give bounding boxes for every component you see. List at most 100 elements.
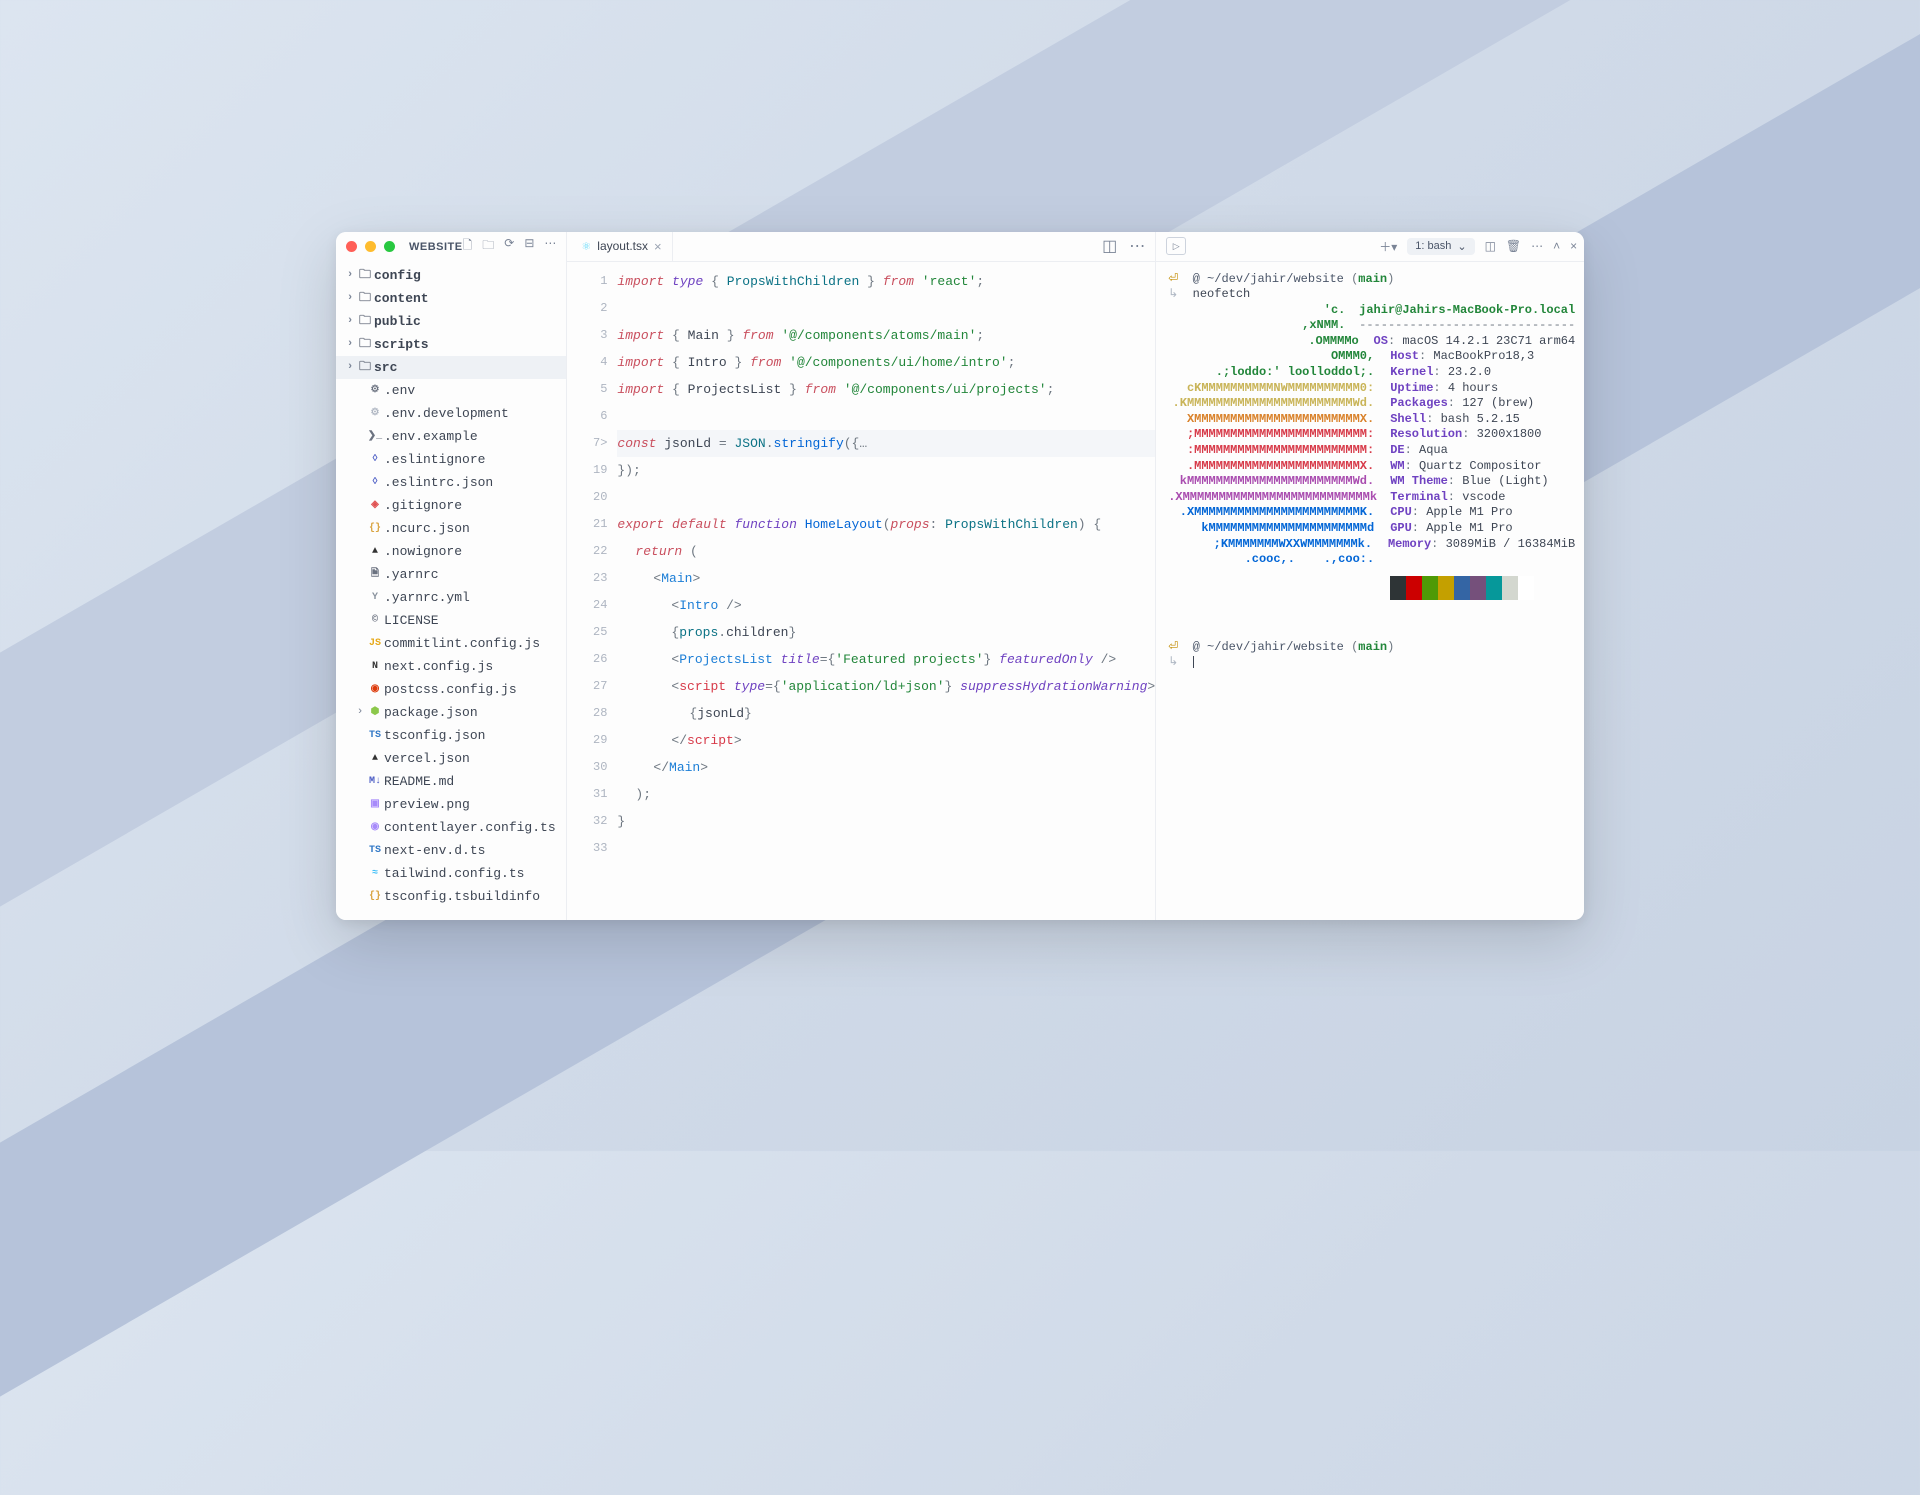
line-number: 7> [567, 430, 607, 457]
file-vercel.json[interactable]: ▲vercel.json [336, 747, 566, 770]
file-tree[interactable]: ›config›content›public›scripts›src⚙.env⚙… [336, 262, 566, 920]
folder-label: scripts [374, 337, 429, 352]
folder-public[interactable]: ›public [336, 310, 566, 333]
chevron-right-icon: › [344, 269, 356, 281]
code-line[interactable]: export default function HomeLayout(props… [617, 511, 1155, 538]
file-.eslintignore[interactable]: ◊.eslintignore [336, 448, 566, 471]
split-editor-icon[interactable]: ◫ [1102, 236, 1117, 256]
code-line[interactable]: ); [617, 781, 1155, 808]
code-line[interactable] [617, 403, 1155, 430]
code-line[interactable]: return ( [617, 538, 1155, 565]
file-.env.example[interactable]: ❯_.env.example [336, 425, 566, 448]
file-label: postcss.config.js [384, 682, 517, 697]
refresh-icon[interactable]: ⟳ [504, 236, 514, 257]
folder-src[interactable]: ›src [336, 356, 566, 379]
file-README.md[interactable]: M↓README.md [336, 770, 566, 793]
file-commitlint.config.js[interactable]: JScommitlint.config.js [336, 632, 566, 655]
file-icon: ⚙ [366, 384, 384, 396]
terminal-launch-icon[interactable]: ▷ [1166, 237, 1186, 255]
file-icon: Y [366, 592, 384, 603]
code-line[interactable] [617, 835, 1155, 862]
file-tsconfig.tsbuildinfo[interactable]: {}tsconfig.tsbuildinfo [336, 885, 566, 908]
minimize-window-button[interactable] [365, 241, 376, 252]
new-file-icon[interactable]: 🗋 [463, 236, 473, 257]
code-line[interactable]: import { Intro } from '@/components/ui/h… [617, 349, 1155, 376]
close-window-button[interactable] [346, 241, 357, 252]
folder-label: config [374, 268, 421, 283]
code-line[interactable]: import type { PropsWithChildren } from '… [617, 268, 1155, 295]
code-line[interactable]: const jsonLd = JSON.stringify({… [617, 430, 1155, 457]
code-line[interactable]: </Main> [617, 754, 1155, 781]
line-number: 20 [567, 484, 607, 511]
code-line[interactable]: import { ProjectsList } from '@/componen… [617, 376, 1155, 403]
titlebar: WEBSITE 🗋 🗀 ⟳ ⊟ ⋯ [336, 232, 566, 262]
file-.yarnrc.yml[interactable]: Y.yarnrc.yml [336, 586, 566, 609]
file-tailwind.config.ts[interactable]: ≈tailwind.config.ts [336, 862, 566, 885]
code-line[interactable]: </script> [617, 727, 1155, 754]
code-line[interactable]: {jsonLd} [617, 700, 1155, 727]
file-.env.development[interactable]: ⚙.env.development [336, 402, 566, 425]
file-label: LICENSE [384, 613, 439, 628]
new-terminal-icon[interactable]: ＋▾ [1379, 238, 1397, 255]
maximize-panel-icon[interactable]: ˄ [1553, 239, 1560, 253]
terminal-selector[interactable]: 1: bash⌄ [1407, 238, 1474, 255]
file-icon: N [366, 661, 384, 672]
code-line[interactable]: <script type={'application/ld+json'} sup… [617, 673, 1155, 700]
file-label: .yarnrc.yml [384, 590, 470, 605]
editor-more-icon[interactable]: ⋯ [1129, 236, 1145, 256]
file-label: .env [384, 383, 415, 398]
code-line[interactable]: }); [617, 457, 1155, 484]
code-line[interactable]: <Main> [617, 565, 1155, 592]
close-panel-icon[interactable]: × [1570, 239, 1577, 253]
collapse-icon[interactable]: ⊟ [524, 236, 534, 257]
file-.nowignore[interactable]: ▲.nowignore [336, 540, 566, 563]
folder-label: public [374, 314, 421, 329]
file-package.json[interactable]: ›⬢package.json [336, 701, 566, 724]
file-.ncurc.json[interactable]: {}.ncurc.json [336, 517, 566, 540]
terminal-more-icon[interactable]: ⋯ [1531, 239, 1543, 253]
folder-icon [356, 334, 374, 355]
file-tsconfig.json[interactable]: TStsconfig.json [336, 724, 566, 747]
more-icon[interactable]: ⋯ [544, 236, 556, 257]
close-tab-icon[interactable]: × [654, 239, 662, 254]
file-icon: M↓ [366, 776, 384, 787]
line-gutter[interactable]: 1234567>192021222324252627282930313233 [567, 262, 617, 920]
file-next.config.js[interactable]: Nnext.config.js [336, 655, 566, 678]
code-line[interactable]: <Intro /> [617, 592, 1155, 619]
split-terminal-icon[interactable]: ◫ [1485, 239, 1496, 253]
code-line[interactable] [617, 295, 1155, 322]
editor-group: ⚛ layout.tsx × ◫ ⋯ 1234567>1920212223242… [567, 232, 1155, 920]
file-.yarnrc[interactable]: 🗎.yarnrc [336, 563, 566, 586]
file-.eslintrc.json[interactable]: ◊.eslintrc.json [336, 471, 566, 494]
maximize-window-button[interactable] [384, 241, 395, 252]
kill-terminal-icon[interactable]: 🗑 [1506, 239, 1521, 253]
line-number: 4 [567, 349, 607, 376]
file-label: .env.example [384, 429, 478, 444]
file-preview.png[interactable]: ▣preview.png [336, 793, 566, 816]
folder-config[interactable]: › config [336, 264, 566, 287]
code-line[interactable]: {props.children} [617, 619, 1155, 646]
file-.env[interactable]: ⚙.env [336, 379, 566, 402]
code-editor[interactable]: import type { PropsWithChildren } from '… [617, 262, 1155, 920]
line-number: 6 [567, 403, 607, 430]
tab-layout-tsx[interactable]: ⚛ layout.tsx × [571, 232, 672, 261]
line-number: 2 [567, 295, 607, 322]
terminal-output[interactable]: ⏎ @ ~/dev/jahir/website (main)↳ neofetch… [1156, 262, 1584, 920]
line-number: 30 [567, 754, 607, 781]
code-line[interactable]: } [617, 808, 1155, 835]
file-next-env.d.ts[interactable]: TSnext-env.d.ts [336, 839, 566, 862]
code-line[interactable] [617, 484, 1155, 511]
file-postcss.config.js[interactable]: ◉postcss.config.js [336, 678, 566, 701]
new-folder-icon[interactable]: 🗀 [482, 236, 494, 257]
code-line[interactable]: <ProjectsList title={'Featured projects'… [617, 646, 1155, 673]
folder-scripts[interactable]: ›scripts [336, 333, 566, 356]
chevron-right-icon: › [344, 361, 356, 373]
line-number: 27 [567, 673, 607, 700]
file-.gitignore[interactable]: ◈.gitignore [336, 494, 566, 517]
folder-content[interactable]: ›content [336, 287, 566, 310]
code-line[interactable]: import { Main } from '@/components/atoms… [617, 322, 1155, 349]
file-contentlayer.config.ts[interactable]: ◉contentlayer.config.ts [336, 816, 566, 839]
file-icon: ▲ [366, 753, 384, 764]
file-LICENSE[interactable]: ©LICENSE [336, 609, 566, 632]
file-label: commitlint.config.js [384, 636, 540, 651]
